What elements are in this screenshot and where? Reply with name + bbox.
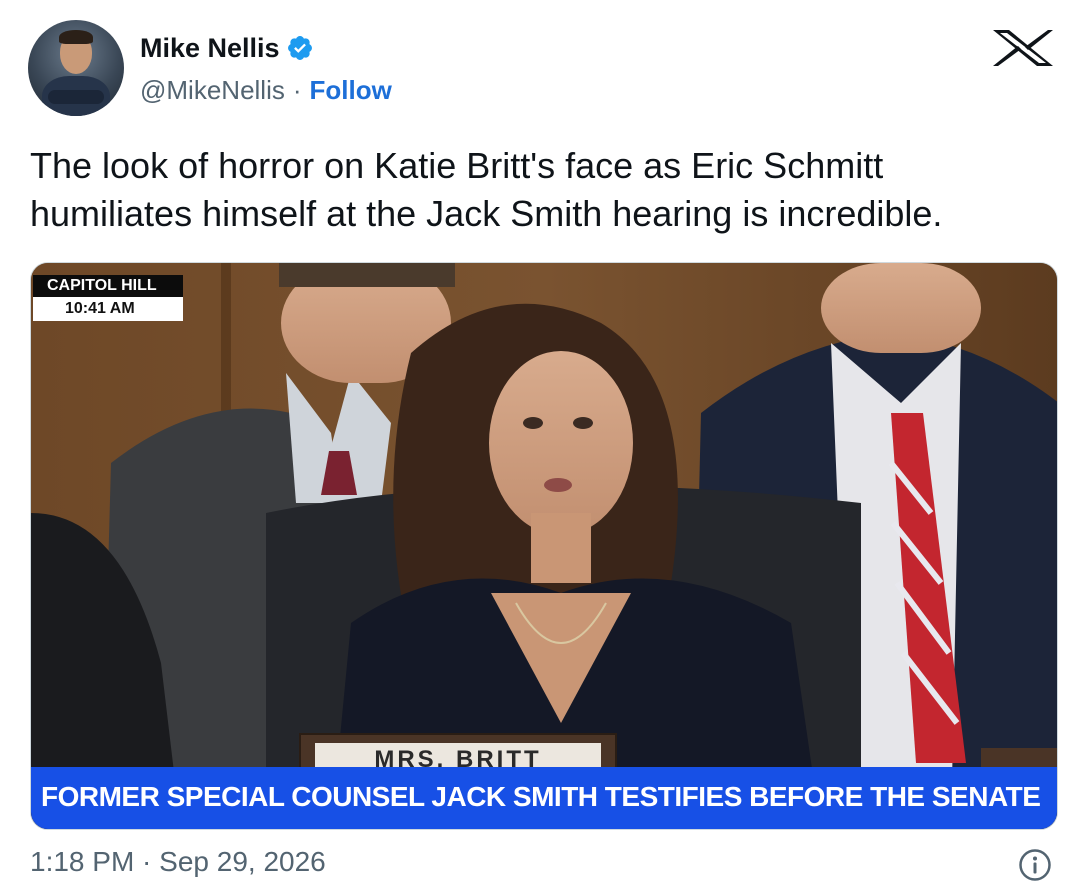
news-location-bug: CAPITOL HILL 10:41 AM bbox=[33, 275, 183, 321]
author-name-row: Mike Nellis bbox=[140, 30, 314, 66]
tweet-media-image[interactable]: CAPITOL HILL 10:41 AM MRS. BRITT FORMER … bbox=[30, 262, 1058, 830]
author-avatar[interactable] bbox=[28, 20, 124, 116]
avatar-arm-shape bbox=[48, 90, 104, 104]
author-handle-row: @MikeNellis · Follow bbox=[140, 72, 392, 108]
verified-badge-icon bbox=[287, 36, 312, 60]
author-display-name[interactable]: Mike Nellis bbox=[140, 33, 280, 64]
separator-dot: · bbox=[292, 74, 302, 105]
tweet-card: Mike Nellis @MikeNellis · Follow The loo… bbox=[0, 0, 1080, 894]
bug-time-label: 10:41 AM bbox=[33, 297, 183, 321]
avatar-hair-shape bbox=[59, 30, 93, 44]
tweet-text: The look of horror on Katie Britt's face… bbox=[30, 145, 943, 234]
x-logo-icon[interactable] bbox=[990, 28, 1056, 68]
news-chyron: FORMER SPECIAL COUNSEL JACK SMITH TESTIF… bbox=[31, 767, 1057, 829]
bug-location-label: CAPITOL HILL bbox=[33, 275, 183, 297]
follow-button[interactable]: Follow bbox=[310, 75, 392, 106]
tweet-timestamp[interactable]: 1:18 PM · Sep 29, 2026 bbox=[30, 846, 326, 878]
info-icon[interactable] bbox=[1018, 848, 1052, 882]
author-handle[interactable]: @MikeNellis bbox=[140, 75, 285, 106]
chyron-text: FORMER SPECIAL COUNSEL JACK SMITH TESTIF… bbox=[41, 781, 1041, 812]
